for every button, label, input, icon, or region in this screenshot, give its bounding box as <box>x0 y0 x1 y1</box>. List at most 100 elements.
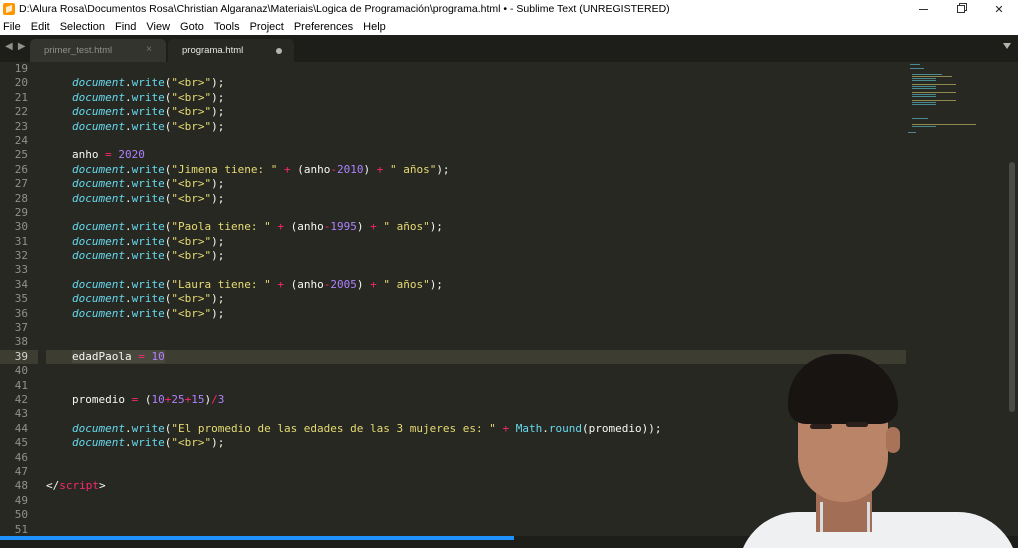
tab-nav-arrows-icon[interactable]: ◀ ▶ <box>5 41 27 52</box>
tab-close-icon[interactable]: × <box>146 44 152 55</box>
code-line[interactable]: document.write("<br>"); <box>46 76 906 90</box>
window-title: D:\Alura Rosa\Documentos Rosa\Christian … <box>19 3 670 15</box>
status-progress-bar <box>0 536 515 540</box>
menu-file[interactable]: File <box>3 21 21 33</box>
line-number: 21 <box>14 90 28 104</box>
menu-selection[interactable]: Selection <box>60 21 105 33</box>
menu-tools[interactable]: Tools <box>214 21 240 33</box>
line-number: 38 <box>14 335 28 349</box>
line-number: 23 <box>14 119 28 133</box>
string-literal: "<br>" <box>171 191 212 205</box>
line-number: 34 <box>14 277 28 291</box>
menu-view[interactable]: View <box>146 21 170 33</box>
code-line[interactable]: document.write("Laura tiene: " + (anho-2… <box>46 278 906 292</box>
code-line[interactable]: anho = 2020 <box>46 148 906 162</box>
line-number: 51 <box>14 522 28 536</box>
window-controls: ✕ <box>904 0 1018 18</box>
code-line[interactable]: document.write("<br>"); <box>46 307 906 321</box>
menu-find[interactable]: Find <box>115 21 136 33</box>
code-line[interactable]: document.write("Jimena tiene: " + (anho-… <box>46 163 906 177</box>
operator: + <box>370 220 377 234</box>
selected-text[interactable]: edadPaola = 10 <box>72 349 165 363</box>
line-number: 42 <box>14 392 28 406</box>
close-button[interactable]: ✕ <box>980 0 1018 18</box>
line-number-current: 39 <box>0 349 38 365</box>
string-literal: "<br>" <box>171 234 212 248</box>
maximize-icon <box>957 5 965 13</box>
minimap-line <box>912 74 942 75</box>
code-line[interactable]: document.write("<br>"); <box>46 192 906 206</box>
line-number: 24 <box>14 133 28 147</box>
method-write: write <box>131 421 165 435</box>
string-literal: "<br>" <box>171 306 212 320</box>
code-line[interactable] <box>46 62 906 76</box>
code-line[interactable] <box>46 321 906 335</box>
line-number: 44 <box>14 421 28 435</box>
minimap-line <box>912 84 956 85</box>
line-number: 36 <box>14 306 28 320</box>
variable-anho: anho <box>297 277 324 291</box>
keyword-document: document <box>72 90 125 104</box>
menu-preferences[interactable]: Preferences <box>294 21 353 33</box>
code-line[interactable]: document.write("<br>"); <box>46 105 906 119</box>
minimap-line <box>910 68 924 69</box>
number-literal: 10 <box>151 392 165 406</box>
menu-edit[interactable]: Edit <box>31 21 50 33</box>
tab-list-dropdown-icon[interactable] <box>1003 43 1011 49</box>
menu-help[interactable]: Help <box>363 21 386 33</box>
minimap[interactable] <box>906 62 1006 142</box>
method-write: write <box>131 105 165 119</box>
code-line[interactable] <box>46 263 906 277</box>
variable-anho: anho <box>297 220 324 234</box>
string-literal: "El promedio de las edades de las 3 muje… <box>171 421 496 435</box>
code-line[interactable]: document.write("<br>"); <box>46 91 906 105</box>
minimap-line <box>910 64 920 65</box>
code-line[interactable]: document.write("<br>"); <box>46 292 906 306</box>
menu-project[interactable]: Project <box>250 21 284 33</box>
operator: + <box>277 220 284 234</box>
webcam-overlay <box>738 352 1018 548</box>
code-line[interactable] <box>46 134 906 148</box>
line-number: 37 <box>14 321 28 335</box>
string-literal: "<br>" <box>171 90 212 104</box>
line-number: 45 <box>14 436 28 450</box>
minimize-button[interactable] <box>904 0 942 18</box>
keyword-document: document <box>72 277 125 291</box>
operator: = <box>105 148 112 162</box>
presenter-collar <box>820 502 870 532</box>
code-line[interactable] <box>46 206 906 220</box>
menu-goto[interactable]: Goto <box>180 21 204 33</box>
line-number: 47 <box>14 464 28 478</box>
code-line[interactable] <box>46 335 906 349</box>
variable-edadpaola: edadPaola <box>72 349 132 363</box>
operator: + <box>502 421 510 435</box>
maximize-button[interactable] <box>942 0 980 18</box>
line-number: 27 <box>14 177 28 191</box>
code-line[interactable]: document.write("<br>"); <box>46 120 906 134</box>
unsaved-dot-icon[interactable] <box>276 48 282 54</box>
code-line[interactable]: document.write("Paola tiene: " + (anho-1… <box>46 220 906 234</box>
line-number: 22 <box>14 105 28 119</box>
code-line[interactable]: document.write("<br>"); <box>46 235 906 249</box>
code-line[interactable]: document.write("<br>"); <box>46 177 906 191</box>
number-literal: 25 <box>171 392 185 406</box>
minimap-line <box>912 100 956 101</box>
number-literal: 15 <box>191 392 205 406</box>
operator: + <box>376 162 384 176</box>
minimap-line <box>912 118 928 119</box>
minimap-line <box>912 94 936 95</box>
code-line[interactable]: document.write("<br>"); <box>46 249 906 263</box>
menu-bar: File Edit Selection Find View Goto Tools… <box>0 18 1018 35</box>
string-literal: "<br>" <box>171 105 212 119</box>
tab-programa[interactable]: programa.html <box>168 39 294 62</box>
line-number: 29 <box>14 205 28 219</box>
method-write: write <box>131 234 165 248</box>
operator: + <box>277 277 284 291</box>
method-write: write <box>131 119 165 133</box>
tab-primer-test[interactable]: primer_test.html × <box>30 39 166 62</box>
line-number: 50 <box>14 508 28 522</box>
minimap-line <box>912 126 936 127</box>
minimap-line <box>912 102 936 103</box>
operator: + <box>370 277 377 291</box>
variable-anho: anho <box>72 148 99 162</box>
